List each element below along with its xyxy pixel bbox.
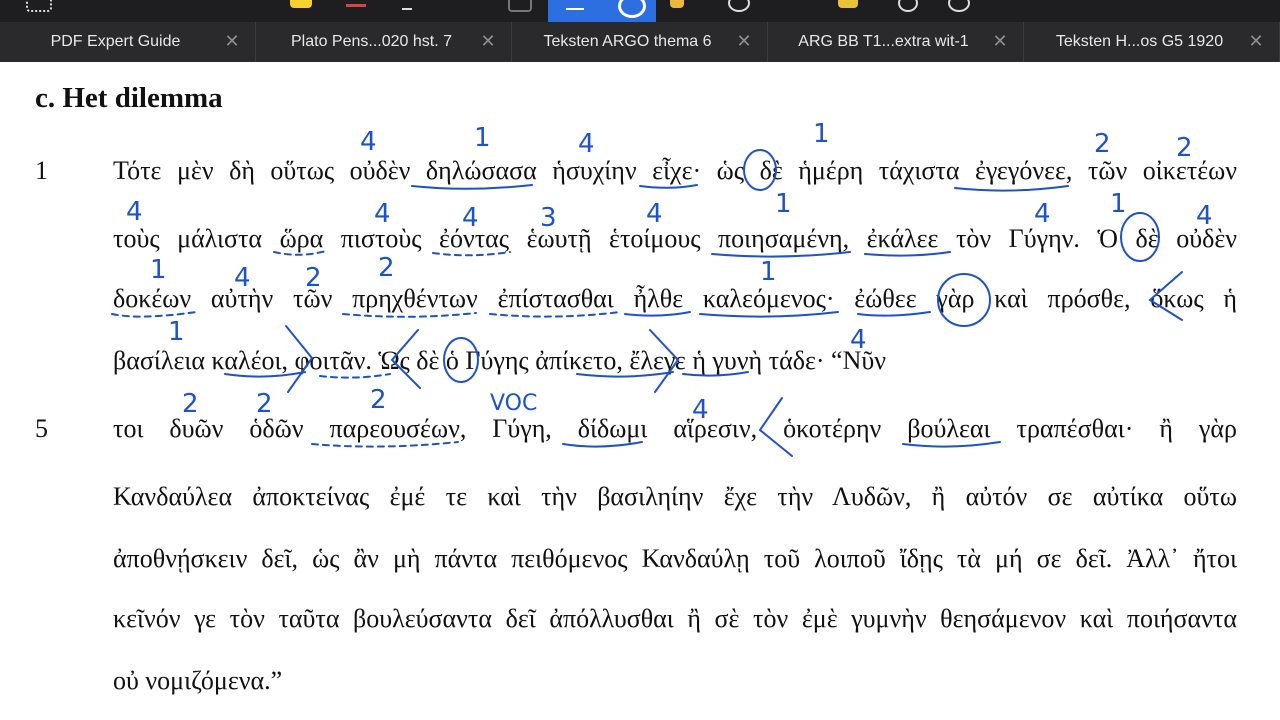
document-page[interactable]: c. Het dilemma 1 5 Τότε μὲν δὴ οὕτως οὐδ…: [0, 62, 1280, 720]
search-icon[interactable]: [898, 0, 918, 12]
tab-arg-bb[interactable]: ARG BB T1...extra wit-1 ✕: [768, 22, 1024, 62]
text-line: ἀποθνῄσκειν δεῖ, ὡς ἂν μὴ πάντα πειθόμεν…: [113, 544, 1237, 573]
text-line: τοὺς μάλιστα ὥρα πιστοὺς ἐόντας ἑωυτῇ ἑτ…: [113, 224, 1237, 253]
line-number: 5: [35, 414, 48, 443]
stamp-icon[interactable]: [670, 0, 684, 8]
text-line: βασίλεια καλέοι, φοιτᾶν. Ὡς δὲ ὁ Γύγης ἀ…: [113, 346, 886, 375]
pen-icon[interactable]: [402, 0, 412, 10]
tab-label: PDF Expert Guide: [50, 33, 181, 50]
close-icon[interactable]: ✕: [735, 32, 753, 50]
close-icon[interactable]: ✕: [991, 32, 1009, 50]
close-icon[interactable]: ✕: [479, 32, 497, 50]
tab-label: Teksten ARGO thema 6: [543, 33, 712, 50]
tab-label: ARG BB T1...extra wit-1: [798, 33, 969, 50]
tab-label: Plato Pens...020 hst. 7: [291, 33, 452, 50]
section-heading: c. Het dilemma: [35, 82, 223, 114]
tab-pdf-expert-guide[interactable]: PDF Expert Guide ✕: [0, 22, 256, 62]
close-icon[interactable]: ✕: [223, 32, 241, 50]
line-number: 1: [35, 156, 48, 185]
shape-icon[interactable]: [508, 0, 532, 12]
text-line: οὐ νομιζόμενα.”: [113, 666, 283, 695]
tab-bar: PDF Expert Guide ✕ Plato Pens...020 hst.…: [0, 22, 1280, 63]
tab-plato-pens[interactable]: Plato Pens...020 hst. 7 ✕: [256, 22, 512, 62]
tab-label: Teksten H...os G5 1920: [1055, 33, 1224, 50]
highlight-icon[interactable]: [290, 0, 312, 8]
comment-icon[interactable]: [728, 0, 750, 12]
text-line: τοι δυῶν ὁδῶν παρεουσέων, Γύγη, δίδωμι α…: [113, 414, 1237, 443]
text-line: Τότε μὲν δὴ οὕτως οὐδὲν δηλώσασα ἡσυχίην…: [113, 156, 1237, 185]
text-line: Κανδαύλεα ἀποκτείνας ἐμέ τε καὶ τὴν βασι…: [113, 482, 1237, 511]
more-icon[interactable]: [948, 0, 970, 12]
grid-icon[interactable]: [26, 0, 52, 12]
text-color-icon[interactable]: [346, 0, 366, 7]
select-icon[interactable]: [566, 0, 584, 10]
tab-teksten-argo[interactable]: Teksten ARGO thema 6 ✕: [512, 22, 768, 62]
toolbar: [0, 0, 1280, 22]
tab-teksten-herodotos[interactable]: Teksten H...os G5 1920 ✕: [1024, 22, 1280, 62]
text-line: κεῖνόν γε τὸν ταῦτα βουλεύσαντα δεῖ ἀπόλ…: [113, 604, 1237, 633]
note-icon[interactable]: [838, 0, 858, 8]
text-line: δοκέων αὐτὴν τῶν πρηχθέντων ἐπίστασθαι ἦ…: [113, 284, 1237, 313]
close-icon[interactable]: ✕: [1247, 32, 1265, 50]
